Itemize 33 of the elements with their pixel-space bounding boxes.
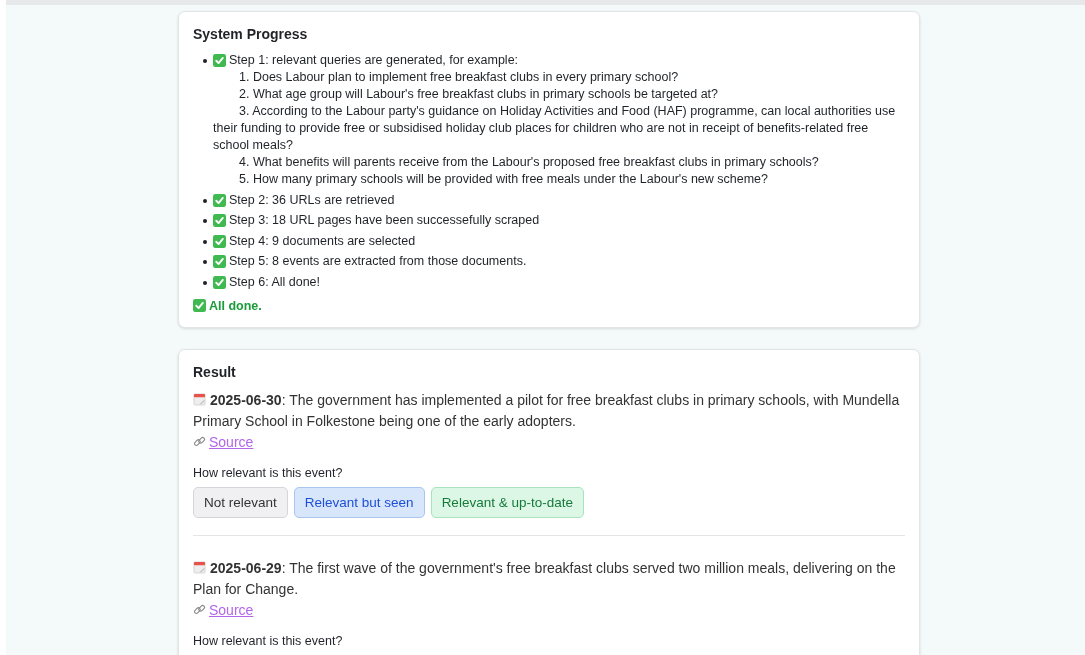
query-text: 4. What benefits will parents receive from the Labour's proposed free breakfast clubs in primary schools? [238, 154, 820, 171]
step-text: Step 4: 9 documents are selected [229, 232, 416, 250]
event-text: 2025-06-30: The government has implemented a pilot for free breakfast clubs in primary schools, with Mundella Primary School in Folkestone being one of the early adopters. [193, 390, 901, 431]
query-text: 1. Does Labour plan to implement free breakfast clubs in every primary school? [238, 69, 680, 86]
query-text: 5. How many primary schools will be provided with free meals under the Labour's new scheme? [238, 171, 770, 188]
question-label: How relevant is this event? [193, 465, 344, 480]
query-text: 3. According to the Labour party's guidance on Holiday Activities and Food (HAF) programme, can local authorities use their funding to provide free or subsidised holiday club places for children who are not in receipt of benefits-related free school meals? [213, 103, 897, 154]
bullet-icon [203, 59, 207, 63]
bullet-icon [203, 239, 207, 244]
section-title: Result [193, 363, 237, 380]
step-text: Step 5: 8 events are extracted from those documents. [229, 253, 527, 270]
bullet-icon [203, 198, 207, 203]
step-text: Step 6: All done! [229, 273, 321, 291]
rating-button[interactable]: Relevant & up-to-date [430, 486, 584, 518]
event-text: 2025-06-29: The first wave of the government's free breakfast clubs served two million meals, delivering on the Plan for Change. [193, 558, 897, 599]
link-icon [193, 603, 206, 616]
section-title: System Progress [193, 26, 309, 42]
source-link[interactable]: Source [209, 431, 254, 452]
status-text: All done. [209, 298, 262, 313]
bullet-icon [203, 219, 207, 223]
calendar-icon [193, 560, 206, 574]
question-label: How relevant is this event? [193, 633, 344, 648]
link-icon [193, 435, 206, 448]
bullet-icon [203, 260, 207, 264]
rating-button[interactable]: Not relevant [193, 486, 288, 518]
source-link[interactable]: Source [209, 599, 254, 620]
step-text: Step 2: 36 URLs are retrieved [229, 191, 395, 209]
calendar-icon [193, 392, 206, 406]
step-text: Step 3: 18 URL pages have been successefully scraped [229, 212, 540, 229]
step-text: Step 1: relevant queries are generated, for example: [229, 52, 519, 69]
bullet-icon [203, 280, 207, 285]
rating-button[interactable]: Relevant but seen [293, 486, 425, 518]
query-text: 2. What age group will Labour's free breakfast clubs in primary schools be targeted at? [238, 86, 720, 103]
